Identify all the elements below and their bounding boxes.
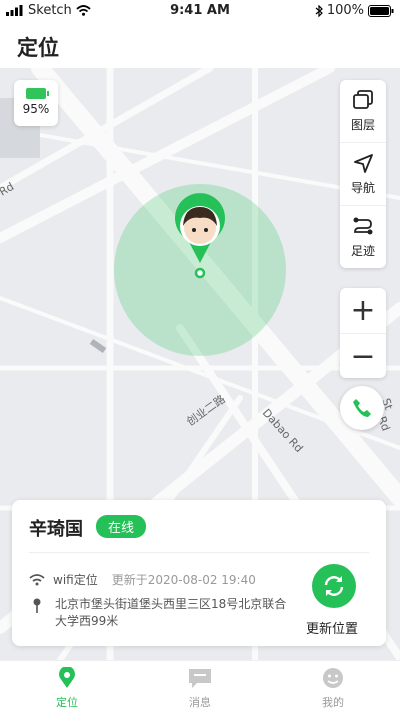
tab-location-label: 定位	[56, 696, 78, 709]
tab-location[interactable]: 定位	[32, 666, 102, 710]
map-tools-panel: 图层 导航 足迹	[340, 80, 386, 268]
page-title: 定位	[17, 36, 59, 60]
address-text: 北京市堡头街道堡头西里三区18号北京联合大学西99米	[55, 597, 287, 628]
map-building	[89, 338, 107, 354]
road-label-dabao: Dabao Rd	[260, 406, 306, 455]
bottom-tab-bar: 定位 消息 我的	[0, 660, 400, 712]
address-pin-icon	[33, 598, 41, 613]
bluetooth-icon	[315, 4, 323, 17]
status-bar: Sketch 9:41 AM 100%	[0, 0, 400, 22]
header: 定位	[0, 22, 400, 68]
device-battery-card: 95%	[14, 80, 58, 126]
tab-profile-label: 我的	[322, 696, 344, 709]
layers-icon	[353, 90, 373, 109]
location-meta-row: wifi定位 更新于2020-08-02 19:40	[29, 571, 256, 588]
battery-level-icon	[26, 88, 49, 99]
location-type: wifi定位	[53, 573, 98, 587]
call-button[interactable]	[340, 386, 384, 430]
refresh-icon	[324, 576, 344, 596]
online-status-badge: 在线	[96, 515, 147, 538]
zoom-control: + −	[340, 288, 386, 378]
tab-messages[interactable]: 消息	[165, 667, 235, 710]
zoom-in-button[interactable]: +	[340, 288, 386, 333]
phone-icon	[353, 399, 371, 417]
address-row: 北京市堡头街道堡头西里三区18号北京联合大学西99米	[29, 596, 291, 630]
update-time: 更新于2020-08-02 19:40	[111, 573, 256, 587]
tab-messages-label: 消息	[189, 696, 211, 709]
footprint-label: 足迹	[350, 244, 375, 258]
navigate-label: 导航	[350, 181, 375, 195]
layers-label: 图层	[350, 118, 375, 132]
refresh-location-label[interactable]: 更新位置	[306, 618, 358, 637]
route-icon	[353, 217, 373, 235]
device-info-card: 辛琦国 在线 wifi定位 更新于2020-08-02 19:40 北京市堡头街…	[12, 500, 386, 646]
battery-icon	[368, 4, 394, 17]
profile-icon	[323, 668, 343, 688]
navigate-icon	[354, 154, 373, 173]
message-icon	[189, 669, 211, 688]
device-battery-percent: 95%	[22, 102, 50, 116]
tab-profile[interactable]: 我的	[298, 667, 368, 710]
refresh-location-button[interactable]	[312, 564, 356, 608]
location-icon	[59, 666, 75, 688]
battery-percent: 100%	[326, 3, 364, 18]
wifi-icon	[29, 573, 45, 585]
device-name: 辛琦国	[29, 519, 83, 540]
footprint-button[interactable]: 足迹	[340, 205, 386, 268]
navigate-button[interactable]: 导航	[340, 142, 386, 205]
zoom-out-button[interactable]: −	[340, 333, 386, 379]
layers-button[interactable]: 图层	[340, 80, 386, 142]
card-divider	[29, 552, 369, 553]
battery-group: 100%	[315, 3, 394, 18]
